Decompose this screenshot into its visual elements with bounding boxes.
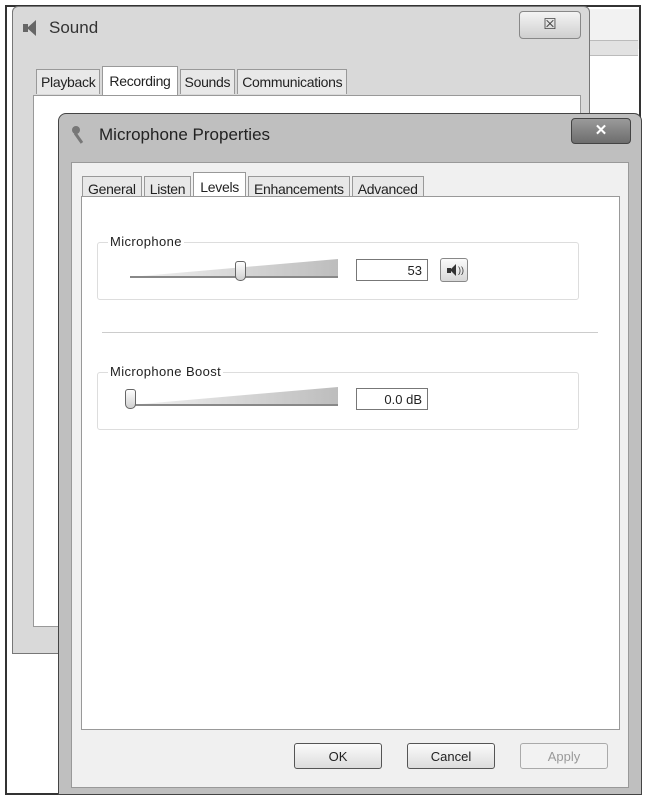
tab-communications[interactable]: Communications [237, 69, 348, 94]
cancel-button[interactable]: Cancel [407, 743, 495, 769]
slider-ramp [130, 259, 338, 277]
levels-panel: Microphone 53 )) Microphone Boost 0.0 dB [81, 196, 620, 730]
section-divider [102, 332, 598, 333]
tab-playback[interactable]: Playback [36, 69, 101, 94]
slider-track [130, 404, 338, 406]
apply-button[interactable]: Apply [520, 743, 608, 769]
sound-tab-bar: Playback Recording Sounds Communications [36, 65, 349, 95]
microphone-slider-thumb[interactable] [235, 261, 247, 281]
boost-slider-thumb[interactable] [125, 389, 136, 409]
dialog-client-area: General Listen Levels Enhancements Advan… [71, 162, 629, 788]
slider-ramp [130, 387, 338, 405]
microphone-properties-dialog: Microphone Properties ✕ General Listen L… [58, 113, 642, 795]
microphone-boost-label: Microphone Boost [108, 364, 224, 379]
mute-button[interactable]: )) [440, 258, 468, 282]
background-window-bar [583, 40, 638, 56]
microphone-boost-field[interactable]: 0.0 dB [356, 388, 428, 410]
microphone-label: Microphone [108, 234, 184, 249]
microphone-boost-slider[interactable] [125, 385, 338, 409]
microphone-group: Microphone 53 )) [97, 234, 579, 300]
speaker-icon [21, 19, 41, 37]
slider-track [130, 276, 338, 278]
microphone-boost-group: Microphone Boost 0.0 dB [97, 364, 579, 430]
microphone-level-field[interactable]: 53 [356, 259, 428, 281]
ok-button[interactable]: OK [294, 743, 382, 769]
microphone-level-slider[interactable] [130, 257, 338, 281]
tab-sounds[interactable]: Sounds [179, 69, 236, 94]
dialog-title: Microphone Properties [99, 125, 271, 144]
dialog-titlebar: Microphone Properties [69, 124, 270, 146]
sound-close-button[interactable]: ☒ [519, 11, 581, 39]
microphone-icon [69, 124, 91, 146]
sound-window-titlebar: Sound [21, 15, 98, 41]
dialog-close-button[interactable]: ✕ [571, 118, 631, 144]
tab-recording[interactable]: Recording [102, 66, 178, 95]
sound-window-title: Sound [49, 18, 99, 37]
